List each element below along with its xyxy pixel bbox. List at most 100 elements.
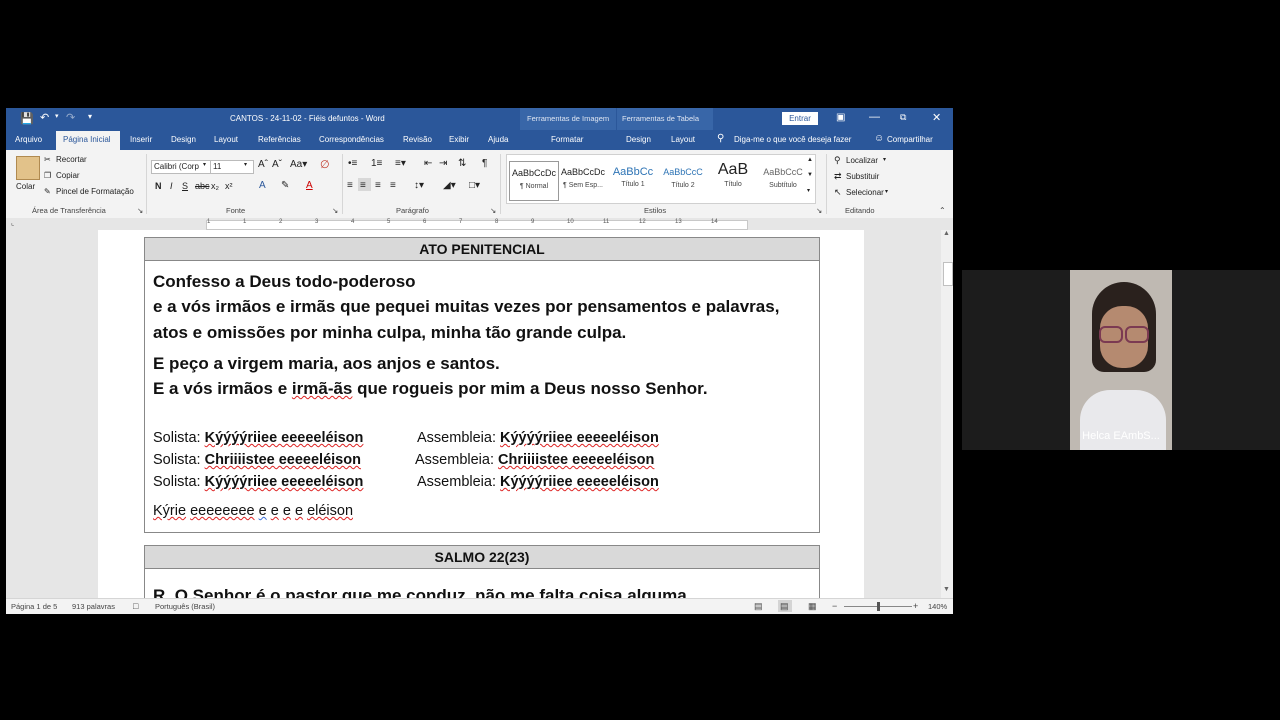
superscript-icon[interactable]: x² [225,181,233,191]
font-size-dropdown-icon[interactable]: ▾ [244,161,247,168]
ato-penitencial-table[interactable]: ATO PENITENCIAL Confesso a Deus todo-pod… [144,237,820,533]
vertical-scrollbar[interactable]: ▲ ▼ [941,230,953,598]
select-dropdown-icon[interactable]: ▾ [885,188,888,195]
tab-revisao[interactable]: Revisão [403,135,432,144]
paste-button[interactable]: Colar [16,182,35,191]
minimize-icon[interactable]: — [869,111,880,123]
web-layout-icon[interactable]: ▦ [808,601,817,612]
font-color-icon[interactable]: A [306,180,313,191]
style-title[interactable]: AaB Título [709,161,757,199]
save-icon[interactable]: 💾 [20,112,34,125]
format-painter-icon[interactable]: ✎ [44,187,51,196]
style-normal[interactable]: AaBbCcDc ¶ Normal [509,161,559,201]
tab-pagina-inicial[interactable]: Página Inicial [56,131,120,150]
clear-formatting-icon[interactable]: ∅ [320,158,330,171]
document-page[interactable]: ATO PENITENCIAL Confesso a Deus todo-pod… [98,230,864,598]
grow-font-icon[interactable]: Aˆ [258,159,268,170]
align-center-icon[interactable]: ≡ [360,180,366,191]
subscript-icon[interactable]: x₂ [211,181,219,191]
show-marks-icon[interactable]: ¶ [482,158,487,169]
paragraph-launcher-icon[interactable]: ↘ [490,206,496,215]
tab-design[interactable]: Design [171,135,196,144]
copy-button[interactable]: Copiar [56,171,80,180]
zoom-out-icon[interactable]: − [832,601,837,611]
tab-arquivo[interactable]: Arquivo [15,135,42,144]
redo-icon[interactable]: ↷ [66,111,75,124]
tab-selector-icon[interactable]: ⌞ [11,219,14,227]
zoom-level[interactable]: 140% [928,602,947,611]
style-heading-1[interactable]: AaBbCc Título 1 [609,161,657,199]
styles-scroll-up-icon[interactable]: ▲ [807,157,813,163]
styles-scroll-down-icon[interactable]: ▼ [807,172,813,178]
find-button[interactable]: Localizar [846,156,878,165]
cut-button[interactable]: Recortar [56,155,87,164]
line-spacing-icon[interactable]: ↕▾ [414,180,424,191]
tab-inserir[interactable]: Inserir [130,135,152,144]
font-name-select[interactable]: Calibri (Corp [151,160,211,174]
replace-icon[interactable]: ⇄ [834,171,842,182]
select-button[interactable]: Selecionar [846,188,884,197]
salmo-table[interactable]: SALMO 22(23) R. O Senhor é o pastor que … [144,545,820,598]
tab-correspondencias[interactable]: Correspondências [319,135,384,144]
tab-design-table[interactable]: Design [626,135,651,144]
find-dropdown-icon[interactable]: ▾ [883,156,886,163]
decrease-indent-icon[interactable]: ⇤ [424,158,432,169]
sort-icon[interactable]: ⇅ [458,158,466,169]
collapse-ribbon-icon[interactable]: ⌃ [939,206,946,215]
tell-me-search[interactable]: Diga-me o que você deseja fazer [734,135,851,144]
word-count[interactable]: 913 palavras [72,602,115,611]
paste-icon[interactable] [16,156,40,180]
cut-icon[interactable]: ✂ [44,155,51,164]
clipboard-launcher-icon[interactable]: ↘ [137,206,143,215]
zoom-slider-thumb[interactable] [877,602,880,611]
tab-referencias[interactable]: Referências [258,135,301,144]
style-no-spacing[interactable]: AaBbCcDc ¶ Sem Esp... [559,161,607,199]
replace-button[interactable]: Substituir [846,172,879,181]
multilevel-list-icon[interactable]: ≡▾ [395,158,406,169]
select-icon[interactable]: ↖ [834,187,842,198]
font-size-select[interactable]: 11 [210,160,254,174]
read-mode-icon[interactable]: ▤ [754,601,763,612]
scroll-down-icon[interactable]: ▼ [943,586,950,593]
share-button[interactable]: Compartilhar [887,135,933,144]
tab-layout[interactable]: Layout [214,135,238,144]
align-right-icon[interactable]: ≡ [375,180,381,191]
undo-dropdown-icon[interactable]: ▾ [55,112,59,120]
print-layout-icon[interactable]: ▤ [780,601,789,612]
scroll-up-icon[interactable]: ▲ [943,230,950,237]
style-heading-2[interactable]: AaBbCcC Título 2 [659,161,707,199]
italic-icon[interactable]: I [170,181,173,191]
font-launcher-icon[interactable]: ↘ [332,206,338,215]
styles-launcher-icon[interactable]: ↘ [816,206,822,215]
copy-icon[interactable]: ❐ [44,171,51,180]
increase-indent-icon[interactable]: ⇥ [439,158,447,169]
undo-icon[interactable]: ↶ [40,111,49,124]
horizontal-ruler[interactable]: ⌞ 1 1 2 3 4 5 6 7 8 9 10 11 12 13 14 [6,218,953,230]
borders-icon[interactable]: □▾ [469,180,480,191]
style-subtitle[interactable]: AaBbCcC Subtítulo [759,161,807,199]
page-count[interactable]: Página 1 de 5 [11,602,57,611]
shading-icon[interactable]: ◢▾ [443,180,456,191]
font-name-dropdown-icon[interactable]: ▾ [203,161,206,168]
scrollbar-thumb[interactable] [943,262,953,286]
find-icon[interactable]: ⚲ [834,155,841,166]
document-area[interactable]: ATO PENITENCIAL Confesso a Deus todo-pod… [6,230,953,598]
numbering-icon[interactable]: 1≡ [371,158,382,169]
strikethrough-icon[interactable]: abc [195,181,210,191]
justify-icon[interactable]: ≡ [390,180,396,191]
styles-more-icon[interactable]: ▾ [807,187,810,194]
sign-in-button[interactable]: Entrar [782,112,818,125]
underline-icon[interactable]: S [182,181,188,191]
proofing-icon[interactable]: □ [133,601,138,611]
text-effects-icon[interactable]: A [259,180,266,191]
bullets-icon[interactable]: •≡ [348,158,357,169]
close-icon[interactable]: ✕ [932,111,941,124]
participant-video[interactable] [1070,270,1172,450]
align-left-icon[interactable]: ≡ [347,180,353,191]
customize-toolbar-icon[interactable]: ▾ [88,112,92,121]
tab-ajuda[interactable]: Ajuda [488,135,508,144]
restore-icon[interactable]: ⧉ [900,112,906,123]
bold-icon[interactable]: N [155,181,162,191]
ribbon-display-icon[interactable]: ▣ [836,112,845,123]
highlight-icon[interactable]: ✎ [281,180,289,191]
